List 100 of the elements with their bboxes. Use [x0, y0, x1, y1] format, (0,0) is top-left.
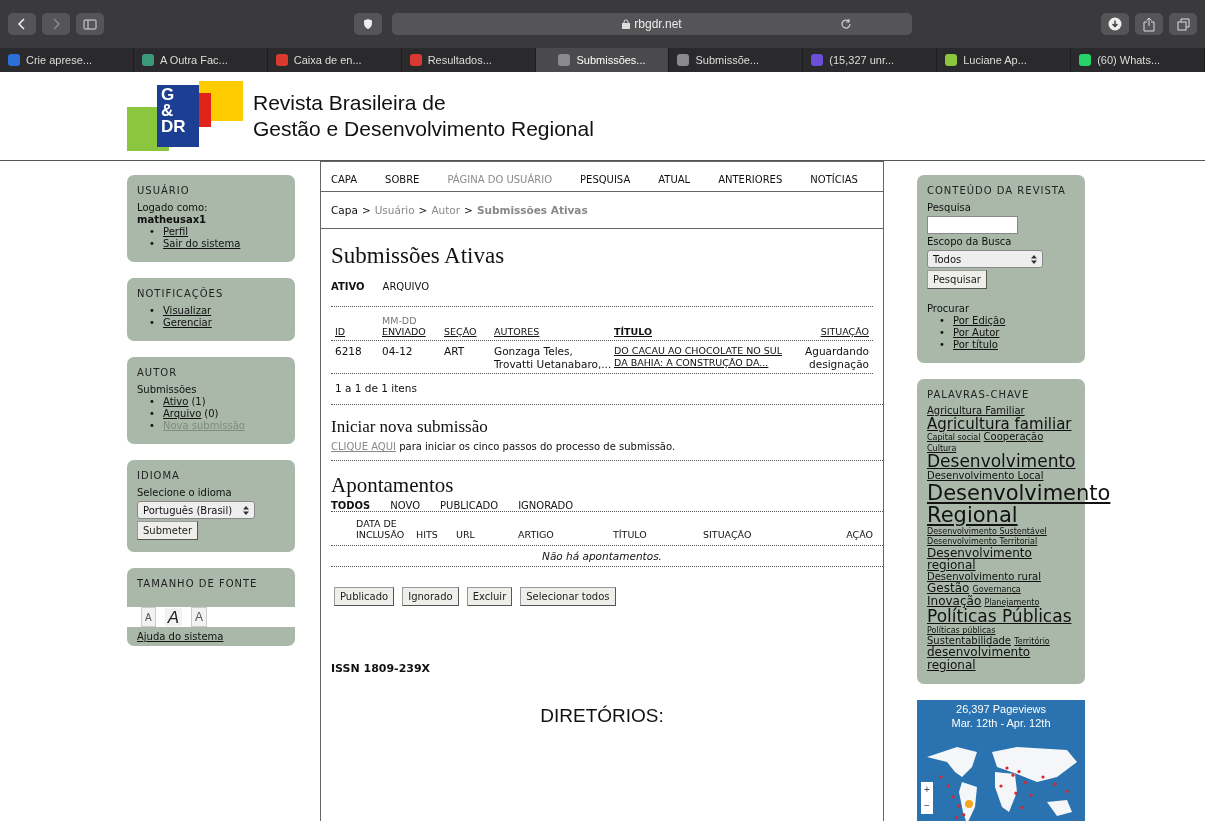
nav-link[interactable]: PESQUISA [580, 174, 631, 185]
keyword-link[interactable]: Políticas Públicas [927, 607, 1072, 626]
submission-title-link[interactable]: DO CACAU AO CHOCOLATE NO SUL DA BAHIA: A CONSTRUÇÃO DA... [614, 345, 784, 369]
browser-tab[interactable]: (15,327 unr... [803, 48, 938, 72]
keyword-link[interactable]: Capital social [927, 434, 981, 443]
breadcrumb-link[interactable]: Autor [431, 204, 461, 216]
column-header[interactable]: SEÇÃO [444, 326, 494, 337]
browser-tab[interactable]: (60) Whats... [1071, 48, 1205, 72]
column-header[interactable]: AUTORES [494, 326, 614, 337]
column-header[interactable]: SITUAÇÃO [784, 326, 869, 337]
breadcrumb-link[interactable]: Submissões Ativas [476, 204, 588, 216]
breadcrumb-link[interactable]: Usuário [374, 204, 415, 216]
sidebar-link[interactable]: Gerenciar [163, 317, 212, 328]
scope-label: Escopo da Busca [927, 236, 1013, 248]
action-button[interactable]: Publicado [334, 587, 395, 606]
sidebar-link[interactable]: Visualizar [163, 305, 212, 316]
download-icon[interactable] [1101, 13, 1129, 35]
nav-link[interactable]: ATUAL [658, 174, 691, 185]
keyword-link[interactable]: Território [1014, 637, 1050, 647]
shield-icon[interactable] [354, 13, 382, 35]
sidebar-icon[interactable] [76, 13, 104, 35]
scope-select[interactable]: Todos [927, 250, 1043, 268]
bullet: • [149, 238, 156, 250]
keyword-link[interactable]: Gestão [927, 582, 970, 595]
tabs-icon[interactable] [1169, 13, 1197, 35]
keyword-link[interactable]: Desenvolvimento Sustentável [927, 527, 1047, 537]
keyword-link[interactable]: Desenvolvimento Territorial [927, 538, 1038, 547]
column-header[interactable]: TÍTULO [614, 326, 784, 337]
keyword-link[interactable]: Agricultura familiar [927, 416, 1072, 433]
language-select[interactable]: Português (Brasil) [137, 501, 255, 519]
search-field[interactable] [927, 216, 1018, 234]
action-button[interactable]: Selecionar todos [520, 587, 616, 606]
sidebar-link[interactable]: Por título [953, 339, 998, 350]
keyword-link[interactable]: Desenvolvimento regional [927, 546, 1075, 572]
browser-tab[interactable]: Crie aprese... [0, 48, 134, 72]
keyword-link[interactable]: Desenvolvimento [927, 453, 1076, 472]
font-size-button[interactable]: A [191, 607, 208, 627]
keyword-link[interactable]: Governança [972, 586, 1021, 595]
submission-tab[interactable]: ATIVO [331, 281, 365, 292]
keyword-link[interactable]: Desenvolvimento Local [927, 471, 1044, 482]
forward-button[interactable] [42, 13, 70, 35]
chevron-left-icon [17, 18, 27, 30]
favicon-icon [945, 54, 958, 66]
nav-link[interactable]: NOTÍCIAS [810, 174, 858, 185]
keyword-link[interactable]: desenvolvimento regional [927, 646, 1075, 672]
nav-link[interactable]: CAPA [331, 174, 358, 185]
breadcrumb-link[interactable]: Capa [331, 204, 358, 216]
search-label: Pesquisa [927, 202, 972, 214]
search-button[interactable]: Pesquisar [927, 270, 987, 289]
keyword-link[interactable]: Políticas públicas [927, 627, 996, 636]
submit-button[interactable]: Submeter [137, 521, 199, 540]
panel-title: IDIOMA [137, 470, 181, 481]
filter-tab[interactable]: IGNORADO [518, 500, 574, 511]
browser-tab[interactable]: A Outra Fac... [133, 48, 268, 72]
bullet: • [149, 226, 156, 238]
browser-tab[interactable]: Submissõe... [669, 48, 804, 72]
panel-title: PALAVRAS-CHAVE [927, 389, 1031, 400]
keyword-link[interactable]: Cooperação [983, 432, 1044, 443]
font-size-button[interactable]: A [163, 607, 183, 627]
keyword-link[interactable]: Planejamento [984, 598, 1040, 608]
column-header: URL [456, 529, 476, 540]
nav-link[interactable]: PÁGINA DO USUÁRIO [447, 174, 553, 185]
click-here-link[interactable]: CLIQUE AQUI [331, 441, 396, 452]
keyword-link[interactable]: Desenvolvimento rural [927, 571, 1041, 583]
nav-link[interactable]: ANTERIORES [718, 174, 783, 185]
keyword-link[interactable]: Inovação [927, 594, 982, 608]
submission-tab[interactable]: ARQUIVO [382, 281, 430, 292]
address-bar[interactable]: rbgdr.net [392, 13, 912, 35]
filter-tab[interactable]: NOVO [390, 500, 421, 511]
column-header[interactable]: ENVIADO [382, 326, 444, 337]
chevron-right-icon [51, 18, 61, 30]
sidebar-link[interactable]: Por Edição [953, 315, 1006, 326]
bullet: • [939, 327, 946, 339]
column-header[interactable]: ID [335, 326, 382, 337]
share-icon[interactable] [1135, 13, 1163, 35]
action-button[interactable]: Excluir [466, 587, 513, 606]
keyword-link[interactable]: Desenvolvimento Regional [927, 481, 1111, 526]
sidebar-link[interactable]: Por Autor [953, 327, 1000, 338]
filter-tab[interactable]: PUBLICADO [440, 500, 499, 511]
count-text: (1) [191, 396, 206, 407]
help-link[interactable]: Ajuda do sistema [137, 631, 224, 642]
keyword-link[interactable]: Sustentabilidade [927, 635, 1011, 647]
date-format-label: MM-DD [382, 315, 418, 326]
sidebar-link[interactable]: Sair do sistema [163, 238, 241, 249]
favicon-icon [811, 54, 824, 66]
browser-tab[interactable]: Caixa de en... [267, 48, 402, 72]
action-button[interactable]: Ignorado [402, 587, 459, 606]
reload-icon[interactable] [840, 18, 852, 30]
sidebar-link[interactable]: Arquivo [163, 408, 202, 419]
back-button[interactable] [8, 13, 36, 35]
sidebar-link[interactable]: Perfil [163, 226, 188, 237]
browser-tab[interactable]: Submissões... [535, 48, 670, 72]
keyword-link[interactable]: Agricultura Familiar [927, 406, 1025, 417]
browser-tab[interactable]: Luciane Ap... [937, 48, 1072, 72]
font-size-button[interactable]: A [141, 607, 156, 627]
filter-tab[interactable]: TODOS [331, 500, 371, 511]
browser-tab[interactable]: Resultados... [401, 48, 536, 72]
nav-link[interactable]: SOBRE [385, 174, 420, 185]
keyword-link[interactable]: Cultura [927, 444, 957, 454]
sidebar-link[interactable]: Ativo [163, 396, 189, 407]
